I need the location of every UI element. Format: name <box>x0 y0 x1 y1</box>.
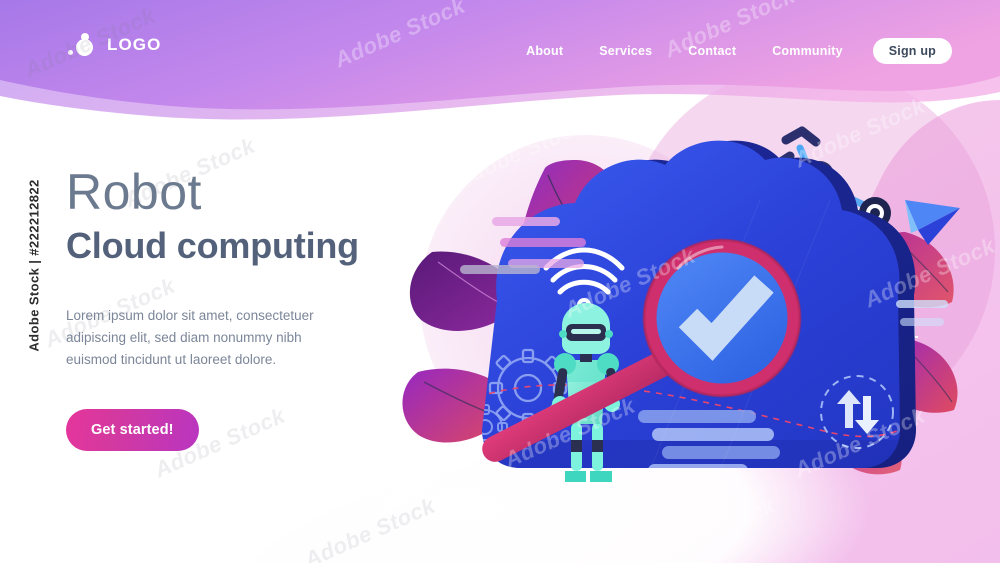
hero-title-bold: Cloud computing <box>66 225 359 266</box>
logo-text: LOGO <box>107 35 162 54</box>
get-started-button[interactable]: Get started! <box>66 409 199 452</box>
three-dots-logo-icon <box>68 33 98 57</box>
hero-body-text: Lorem ipsum dolor sit amet, consectetuer… <box>66 308 314 368</box>
nav-item-contact[interactable]: Contact <box>670 40 754 62</box>
hero-title-light: Robot <box>66 164 202 220</box>
hero-content: Robot Cloud computing Lorem ipsum dolor … <box>66 164 406 452</box>
logo[interactable]: LOGO <box>68 33 161 57</box>
signup-button[interactable]: Sign up <box>872 38 952 64</box>
landing-page: 1001010 101001010 0101010 010101 0101010… <box>0 0 1000 563</box>
main-navigation: About Services Contact Community Sign up <box>508 38 952 64</box>
nav-item-community[interactable]: Community <box>754 40 861 62</box>
site-header: LOGO About Services Contact Community Si… <box>0 0 1000 110</box>
nav-item-services[interactable]: Services <box>581 40 670 62</box>
nav-item-about[interactable]: About <box>508 40 581 62</box>
